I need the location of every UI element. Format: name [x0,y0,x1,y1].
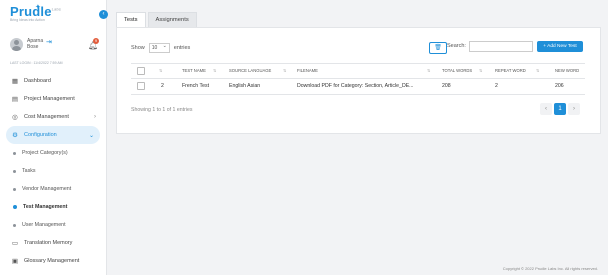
last-login: LAST LOGIN : 11/4/2022 7:59 AM [10,61,63,65]
row-checkbox[interactable] [137,82,145,90]
bullet-icon [13,169,16,173]
footer-copyright: Copyright © 2022 Prudle Labs Inc. All ri… [502,266,598,271]
sparkle-icon: ✦ [35,4,41,11]
search-label: Search: [447,43,466,49]
dashboard-icon: ▦ [11,78,19,85]
sidebar-item-label: Translation Memory [24,240,73,246]
sort-icon[interactable]: ⇅ [283,64,286,78]
chevron-down-icon: ⌄ [88,132,94,139]
cell-repeat-word: 2 [495,83,498,89]
sidebar-nav: ▦ Dashboard ▤ Project Management ◎ Cost … [0,72,106,270]
tab-bar: Tests Assignments [116,12,199,28]
delete-button[interactable]: 🗑︎ [429,42,447,54]
brand-suffix: Labs [51,6,62,12]
cell-total-words: 208 [442,83,451,89]
sort-icon[interactable]: ⇅ [213,64,216,78]
sidebar-subitem-project-category[interactable]: Project Category(s) [0,144,106,162]
column-header-total-words[interactable]: TOTAL WORDS [442,64,472,78]
pagination: ‹ 1 › [538,103,580,115]
chevron-right-icon: › [94,114,96,120]
page-size-control: Show 10 entries [131,42,191,53]
column-header-repeat-word[interactable]: REPEAT WORD [495,64,526,78]
select-all-checkbox[interactable] [137,67,145,75]
bullet-icon [13,205,17,209]
cell-source-language: English Asian [229,83,261,89]
sidebar-subitem-vendor-management[interactable]: Vendor Management [0,180,106,198]
table-header: ⇅ TEST NAME ⇅ SOURCE LANGUAGE ⇅ FILENAME… [131,63,585,79]
sidebar-item-label: Cost Management [24,114,69,120]
sort-icon[interactable]: ⇅ [159,64,162,78]
sort-icon[interactable]: ⇅ [536,64,539,78]
prev-page-button[interactable]: ‹ [540,103,552,115]
column-header-source-language[interactable]: SOURCE LANGUAGE [229,64,271,78]
cost-icon: ◎ [12,114,18,121]
sidebar: ✦ PrudleLabs Bring Ideas into Action Apa… [0,0,107,275]
tests-card: Show 10 entries 🗑︎ Search: + Add New Tes… [116,27,601,134]
row-index: 2 [161,83,164,89]
project-icon: ▤ [11,96,19,103]
avatar[interactable] [10,38,23,51]
search-input[interactable] [469,41,533,52]
sidebar-item-configuration[interactable]: ⚙ Configuration ⌄ [6,126,100,144]
brand-name: Prudle [10,4,52,19]
cell-test-name: French Test [182,83,210,89]
memory-icon: ▭ [11,240,19,247]
user-name: Aparna Bose [27,38,44,50]
sidebar-item-dashboard[interactable]: ▦ Dashboard [0,72,106,90]
column-header-new-word[interactable]: NEW WORD [555,64,579,78]
next-page-button[interactable]: › [568,103,580,115]
sidebar-subitem-user-management[interactable]: User Management [0,216,106,234]
notification-badge: 9 [93,38,99,44]
gear-icon: ⚙ [12,132,18,139]
sidebar-item-project-management[interactable]: ▤ Project Management [0,90,106,108]
page-size-select[interactable]: 10 [148,42,170,53]
sort-icon[interactable]: ⇅ [427,64,430,78]
bullet-icon [13,223,16,227]
sort-icon[interactable]: ⇅ [479,64,482,78]
user-panel: Aparna Bose ⇥ 🔔︎ 9 [10,37,100,55]
show-label: Show [131,45,145,51]
trash-icon: 🗑︎ [434,45,442,51]
add-new-test-button[interactable]: + Add New Test [537,41,583,52]
glossary-icon: ▣ [11,258,19,265]
column-header-filename[interactable]: FILENAME [297,64,318,78]
sidebar-item-label: Project Management [24,96,75,102]
table-row[interactable]: 2 French Test English Asian Download PDF… [131,78,585,95]
sidebar-item-label: Configuration [24,132,57,138]
entries-label: entries [173,45,191,51]
sidebar-subitem-tasks[interactable]: Tasks [0,162,106,180]
tab-assignments[interactable]: Assignments [147,12,197,28]
sidebar-item-translation-memory[interactable]: ▭ Translation Memory [0,234,106,252]
bullet-icon [13,151,16,155]
table-info: Showing 1 to 1 of 1 entries [131,107,193,113]
logo: ✦ PrudleLabs Bring Ideas into Action [10,4,61,22]
cell-filename: Download PDF for Category: Section, Arti… [297,83,414,89]
tab-tests[interactable]: Tests [116,12,146,28]
logout-icon[interactable]: ⇥ [46,38,52,46]
sidebar-item-cost-management[interactable]: ◎ Cost Management › [0,108,106,126]
page-button-current[interactable]: 1 [554,103,566,115]
sidebar-subitem-test-management[interactable]: Test Management [0,198,106,216]
sidebar-item-label: Glossary Management [24,258,80,264]
cell-new-word: 206 [555,83,564,89]
sidebar-collapse-button[interactable]: ‹ [99,10,108,19]
column-header-test-name[interactable]: TEST NAME [182,64,206,78]
sidebar-item-label: Dashboard [24,78,51,84]
bullet-icon [13,187,16,191]
sidebar-item-glossary-management[interactable]: ▣ Glossary Management [0,252,106,270]
